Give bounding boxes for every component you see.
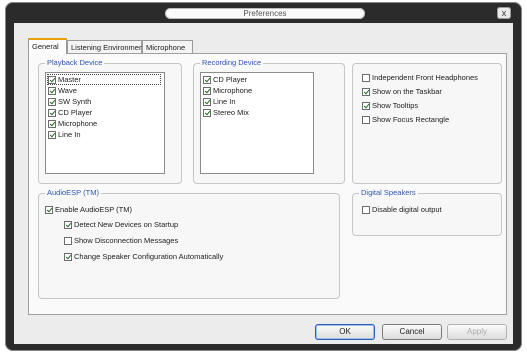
recording-item-stereo-mix[interactable]: Stereo Mix xyxy=(203,107,249,118)
checkbox[interactable] xyxy=(64,252,72,261)
playback-item-line-in[interactable]: Line In xyxy=(48,129,81,140)
enable-audioesp-checkbox[interactable]: Enable AudioESP (TM) xyxy=(45,204,132,215)
option-show-focus-rectangle[interactable]: Show Focus Rectangle xyxy=(362,114,449,125)
window-title: Preferences xyxy=(165,8,365,19)
audioesp-group: AudioESP (TM) Enable AudioESP (TM) Detec… xyxy=(38,188,340,299)
dialog-client-area: General Listening Environment Microphone… xyxy=(14,23,513,344)
checkbox[interactable] xyxy=(64,220,72,229)
title-bar[interactable]: Preferences x xyxy=(5,2,522,22)
option-label: Show Tooltips xyxy=(372,101,419,110)
checkbox[interactable] xyxy=(203,75,211,84)
option-label: Show Disconnection Messages xyxy=(74,236,179,245)
playback-item-wave[interactable]: Wave xyxy=(48,85,77,96)
item-label: CD Player xyxy=(213,75,248,84)
playback-item-microphone[interactable]: Microphone xyxy=(48,118,97,129)
item-label: Line In xyxy=(213,97,236,106)
playback-device-list[interactable]: Master Wave SW Synth CD Player Microphon… xyxy=(45,72,165,174)
change-speaker-config-checkbox[interactable]: Change Speaker Configuration Automatical… xyxy=(64,251,223,262)
recording-device-list[interactable]: CD Player Microphone Line In Stereo Mix xyxy=(200,72,314,174)
item-label: Master xyxy=(58,75,81,84)
apply-button[interactable]: Apply xyxy=(447,324,507,340)
disable-digital-output-checkbox[interactable]: Disable digital output xyxy=(362,204,442,215)
checkbox[interactable] xyxy=(362,101,370,110)
item-label: Microphone xyxy=(58,119,98,128)
item-label: Line In xyxy=(58,130,81,139)
checkbox[interactable] xyxy=(203,86,211,95)
audioesp-title: AudioESP (TM) xyxy=(45,188,101,198)
recording-item-line-in[interactable]: Line In xyxy=(203,96,236,107)
option-show-on-taskbar[interactable]: Show on the Taskbar xyxy=(362,86,442,97)
recording-item-microphone[interactable]: Microphone xyxy=(203,85,252,96)
checkbox[interactable] xyxy=(362,87,370,96)
playback-device-title: Playback Device xyxy=(45,58,105,68)
preferences-window: Preferences x General Listening Environm… xyxy=(5,2,522,351)
checkbox[interactable] xyxy=(45,205,53,214)
item-label: CD Player xyxy=(58,108,93,117)
item-label: SW Synth xyxy=(58,97,92,106)
playback-item-cd-player[interactable]: CD Player xyxy=(48,107,92,118)
checkbox[interactable] xyxy=(203,108,211,117)
tab-microphone[interactable]: Microphone xyxy=(142,40,193,53)
checkbox[interactable] xyxy=(48,86,56,95)
checkbox[interactable] xyxy=(48,130,56,139)
close-button[interactable]: x xyxy=(497,7,511,19)
item-label: Wave xyxy=(58,86,77,95)
cancel-button[interactable]: Cancel xyxy=(382,324,442,340)
checkbox[interactable] xyxy=(48,75,56,84)
item-label: Microphone xyxy=(213,86,253,95)
recording-device-title: Recording Device xyxy=(200,58,264,68)
checkbox[interactable] xyxy=(64,236,72,245)
tab-listening-environment[interactable]: Listening Environment xyxy=(67,40,145,53)
digital-speakers-title: Digital Speakers xyxy=(359,188,418,198)
option-show-tooltips[interactable]: Show Tooltips xyxy=(362,100,418,111)
detect-new-devices-checkbox[interactable]: Detect New Devices on Startup xyxy=(64,219,178,230)
playback-item-master[interactable]: Master xyxy=(48,74,81,85)
general-options-group: Independent Front Headphones Show on the… xyxy=(352,63,502,184)
option-label: Enable AudioESP (TM) xyxy=(55,205,132,214)
option-label: Show on the Taskbar xyxy=(372,87,442,96)
tab-general[interactable]: General xyxy=(28,38,67,54)
checkbox[interactable] xyxy=(48,119,56,128)
item-label: Stereo Mix xyxy=(213,108,249,117)
checkbox[interactable] xyxy=(203,97,211,106)
show-disconnection-messages-checkbox[interactable]: Show Disconnection Messages xyxy=(64,235,178,246)
recording-device-group: Recording Device CD Player Microphone Li… xyxy=(193,58,345,184)
checkbox[interactable] xyxy=(48,108,56,117)
general-tab-panel: Playback Device Master Wave SW Synth CD … xyxy=(28,53,507,315)
option-label: Detect New Devices on Startup xyxy=(74,220,179,229)
option-label: Show Focus Rectangle xyxy=(372,115,450,124)
playback-item-sw-synth[interactable]: SW Synth xyxy=(48,96,91,107)
checkbox[interactable] xyxy=(362,205,370,214)
option-label: Disable digital output xyxy=(372,205,442,214)
recording-item-cd-player[interactable]: CD Player xyxy=(203,74,247,85)
digital-speakers-group: Digital Speakers Disable digital output xyxy=(352,188,502,236)
playback-device-group: Playback Device Master Wave SW Synth CD … xyxy=(38,58,182,184)
option-independent-front-headphones[interactable]: Independent Front Headphones xyxy=(362,72,478,83)
checkbox[interactable] xyxy=(48,97,56,106)
option-label: Independent Front Headphones xyxy=(372,73,478,82)
ok-button[interactable]: OK xyxy=(315,324,375,340)
checkbox[interactable] xyxy=(362,115,370,124)
option-label: Change Speaker Configuration Automatical… xyxy=(74,252,224,261)
checkbox[interactable] xyxy=(362,73,370,82)
